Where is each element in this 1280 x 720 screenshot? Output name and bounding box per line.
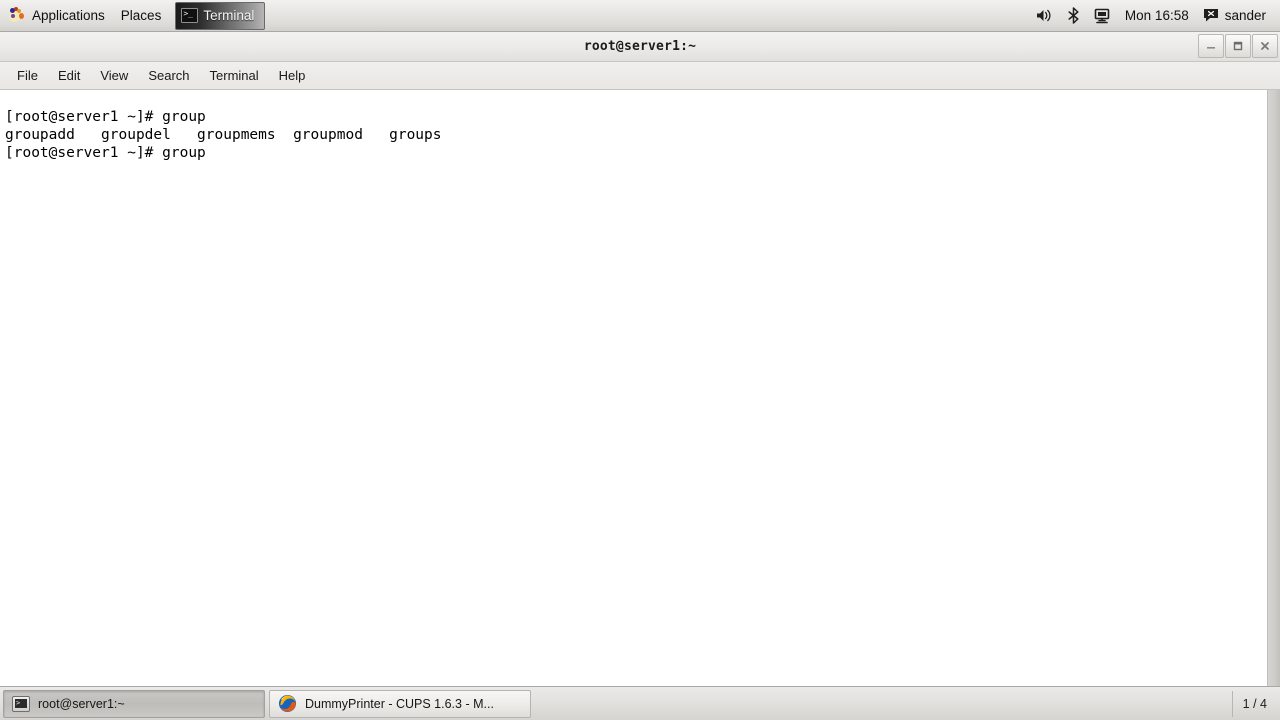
- desktop: Applications Places Terminal: [0, 0, 1280, 720]
- taskbar-item-label: DummyPrinter - CUPS 1.6.3 - M...: [305, 696, 494, 711]
- terminal-icon: [181, 7, 199, 23]
- close-icon: [1261, 42, 1269, 50]
- maximize-button[interactable]: [1225, 34, 1251, 58]
- menu-view[interactable]: View: [91, 65, 137, 86]
- window-controls: [1198, 34, 1278, 58]
- display-icon: [1094, 8, 1110, 23]
- taskbar-item-firefox[interactable]: DummyPrinter - CUPS 1.6.3 - M...: [269, 689, 531, 718]
- top-panel: Applications Places Terminal: [0, 0, 1280, 32]
- taskbar-item-terminal[interactable]: root@server1:~: [3, 689, 265, 718]
- applications-menu-label: Applications: [32, 8, 105, 23]
- applications-menu[interactable]: Applications: [0, 0, 113, 32]
- places-menu[interactable]: Places: [113, 0, 170, 32]
- places-menu-label: Places: [120, 8, 162, 23]
- maximize-icon: [1233, 41, 1243, 51]
- bluetooth-indicator[interactable]: [1060, 0, 1087, 32]
- bluetooth-icon: [1068, 7, 1079, 24]
- system-tray: Mon 16:58 sander: [1029, 0, 1280, 32]
- clock[interactable]: Mon 16:58: [1117, 8, 1197, 23]
- minimize-icon: [1207, 47, 1215, 49]
- menu-search[interactable]: Search: [139, 65, 198, 86]
- display-indicator[interactable]: [1087, 0, 1117, 32]
- bottom-panel: root@server1:~ DummyPrinter - CUPS 1.6.3…: [0, 686, 1280, 720]
- terminal-icon: [12, 695, 30, 712]
- terminal-title-bar[interactable]: root@server1:~: [0, 32, 1280, 62]
- menu-terminal[interactable]: Terminal: [201, 65, 268, 86]
- volume-icon: [1036, 9, 1051, 22]
- window-list-button-label: Terminal: [203, 8, 255, 23]
- chat-bubble-icon: [1203, 9, 1218, 22]
- window-list-button-terminal[interactable]: Terminal: [175, 1, 266, 30]
- terminal-window: root@server1:~ File Edit View Search Ter…: [0, 32, 1280, 686]
- menu-edit[interactable]: Edit: [49, 65, 89, 86]
- menu-file[interactable]: File: [8, 65, 47, 86]
- menu-help[interactable]: Help: [270, 65, 315, 86]
- terminal-output: [root@server1 ~]# group groupadd groupde…: [5, 108, 442, 161]
- close-button[interactable]: [1252, 34, 1278, 58]
- taskbar-item-label: root@server1:~: [38, 696, 125, 711]
- terminal-title: root@server1:~: [583, 39, 697, 54]
- volume-indicator[interactable]: [1029, 0, 1060, 32]
- terminal-menu-bar: File Edit View Search Terminal Help: [0, 62, 1280, 90]
- firefox-icon: [278, 694, 297, 713]
- user-name: sander: [1224, 8, 1266, 23]
- minimize-button[interactable]: [1198, 34, 1224, 58]
- workspace-switcher[interactable]: 1 / 4: [1231, 690, 1277, 717]
- terminal-scrollbar[interactable]: [1267, 90, 1280, 686]
- gnome-foot-icon: [8, 7, 26, 24]
- user-menu[interactable]: sander: [1197, 0, 1274, 32]
- terminal-content-area[interactable]: [root@server1 ~]# group groupadd groupde…: [0, 90, 1280, 686]
